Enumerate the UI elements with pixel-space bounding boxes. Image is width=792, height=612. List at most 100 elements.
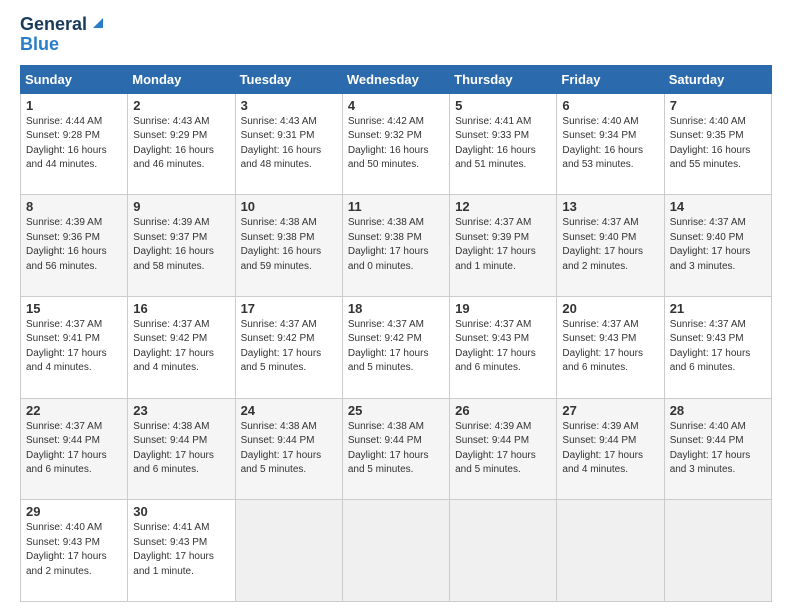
day-info: Sunrise: 4:37 AM Sunset: 9:43 PM Dayligh… (562, 318, 658, 376)
table-row: 24Sunrise: 4:38 AM Sunset: 9:44 PM Dayli… (235, 398, 342, 500)
day-info: Sunrise: 4:39 AM Sunset: 9:37 PM Dayligh… (133, 216, 229, 274)
table-row: 1 Sunrise: 4:44 AM Sunset: 9:28 PM Daylig… (21, 93, 128, 195)
day-number: 26 (455, 403, 551, 418)
calendar-table: SundayMondayTuesdayWednesdayThursdayFrid… (20, 65, 772, 602)
calendar-header-saturday: Saturday (664, 65, 771, 93)
table-row (557, 500, 664, 602)
logo-icon (89, 14, 107, 32)
table-row: 23Sunrise: 4:38 AM Sunset: 9:44 PM Dayli… (128, 398, 235, 500)
table-row: 20 Sunrise: 4:37 AM Sunset: 9:43 PM Dayli… (557, 296, 664, 398)
day-info: Sunrise: 4:40 AM Sunset: 9:34 PM Dayligh… (562, 115, 658, 173)
table-row (664, 500, 771, 602)
day-info: Sunrise: 4:37 AM Sunset: 9:43 PM Dayligh… (455, 318, 551, 376)
day-info: Sunrise: 4:39 AM Sunset: 9:36 PM Dayligh… (26, 216, 122, 274)
calendar-header-friday: Friday (557, 65, 664, 93)
day-number: 8 (26, 199, 122, 214)
table-row: 12 Sunrise: 4:37 AM Sunset: 9:39 PM Dayli… (450, 195, 557, 297)
day-number: 9 (133, 199, 229, 214)
day-info: Sunrise: 4:43 AM Sunset: 9:31 PM Dayligh… (241, 115, 337, 173)
day-number: 11 (348, 199, 444, 214)
table-row: 14 Sunrise: 4:37 AM Sunset: 9:40 PM Dayli… (664, 195, 771, 297)
day-number: 7 (670, 98, 766, 113)
calendar-header-row: SundayMondayTuesdayWednesdayThursdayFrid… (21, 65, 772, 93)
day-info: Sunrise: 4:37 AM Sunset: 9:44 PM Dayligh… (26, 420, 122, 478)
day-number: 14 (670, 199, 766, 214)
calendar-header-monday: Monday (128, 65, 235, 93)
table-row: 30 Sunrise: 4:41 AM Sunset: 9:43 PM Dayli… (128, 500, 235, 602)
table-row: 5 Sunrise: 4:41 AM Sunset: 9:33 PM Daylig… (450, 93, 557, 195)
day-number: 12 (455, 199, 551, 214)
calendar-header-wednesday: Wednesday (342, 65, 449, 93)
header: General Blue (20, 15, 772, 55)
table-row: 13 Sunrise: 4:37 AM Sunset: 9:40 PM Dayli… (557, 195, 664, 297)
day-number: 18 (348, 301, 444, 316)
calendar-week-row: 8 Sunrise: 4:39 AM Sunset: 9:36 PM Daylig… (21, 195, 772, 297)
logo-general: General (20, 15, 87, 35)
day-number: 30 (133, 504, 229, 519)
day-number: 21 (670, 301, 766, 316)
day-number: 27 (562, 403, 658, 418)
logo: General Blue (20, 15, 107, 55)
day-info: Sunrise: 4:38 AM Sunset: 9:38 PM Dayligh… (348, 216, 444, 274)
day-info: Sunrise: 4:43 AM Sunset: 9:29 PM Dayligh… (133, 115, 229, 173)
day-info: Sunrise: 4:40 AM Sunset: 9:43 PM Dayligh… (26, 521, 122, 579)
day-number: 20 (562, 301, 658, 316)
day-info: Sunrise: 4:44 AM Sunset: 9:28 PM Dayligh… (26, 115, 122, 173)
day-number: 17 (241, 301, 337, 316)
day-info: Sunrise: 4:41 AM Sunset: 9:33 PM Dayligh… (455, 115, 551, 173)
day-info: Sunrise: 4:37 AM Sunset: 9:41 PM Dayligh… (26, 318, 122, 376)
calendar-week-row: 22 Sunrise: 4:37 AM Sunset: 9:44 PM Dayli… (21, 398, 772, 500)
day-info: Sunrise: 4:37 AM Sunset: 9:40 PM Dayligh… (562, 216, 658, 274)
table-row: 9 Sunrise: 4:39 AM Sunset: 9:37 PM Daylig… (128, 195, 235, 297)
day-number: 25 (348, 403, 444, 418)
calendar-week-row: 15 Sunrise: 4:37 AM Sunset: 9:41 PM Dayli… (21, 296, 772, 398)
day-number: 19 (455, 301, 551, 316)
calendar-week-row: 1 Sunrise: 4:44 AM Sunset: 9:28 PM Daylig… (21, 93, 772, 195)
day-number: 24 (241, 403, 337, 418)
day-info: Sunrise: 4:38 AM Sunset: 9:44 PM Dayligh… (348, 420, 444, 478)
day-number: 13 (562, 199, 658, 214)
table-row: 4Sunrise: 4:42 AM Sunset: 9:32 PM Daylig… (342, 93, 449, 195)
table-row: 17 Sunrise: 4:37 AM Sunset: 9:42 PM Dayli… (235, 296, 342, 398)
table-row: 15 Sunrise: 4:37 AM Sunset: 9:41 PM Dayli… (21, 296, 128, 398)
table-row: 6 Sunrise: 4:40 AM Sunset: 9:34 PM Daylig… (557, 93, 664, 195)
day-info: Sunrise: 4:38 AM Sunset: 9:44 PM Dayligh… (133, 420, 229, 478)
table-row: 26Sunrise: 4:39 AM Sunset: 9:44 PM Dayli… (450, 398, 557, 500)
day-number: 10 (241, 199, 337, 214)
table-row: 2 Sunrise: 4:43 AM Sunset: 9:29 PM Daylig… (128, 93, 235, 195)
day-info: Sunrise: 4:38 AM Sunset: 9:38 PM Dayligh… (241, 216, 337, 274)
table-row: 27Sunrise: 4:39 AM Sunset: 9:44 PM Dayli… (557, 398, 664, 500)
table-row: 21 Sunrise: 4:37 AM Sunset: 9:43 PM Dayli… (664, 296, 771, 398)
table-row: 11 Sunrise: 4:38 AM Sunset: 9:38 PM Dayli… (342, 195, 449, 297)
table-row: 18Sunrise: 4:37 AM Sunset: 9:42 PM Dayli… (342, 296, 449, 398)
calendar-header-thursday: Thursday (450, 65, 557, 93)
day-number: 2 (133, 98, 229, 113)
day-number: 5 (455, 98, 551, 113)
day-info: Sunrise: 4:37 AM Sunset: 9:42 PM Dayligh… (241, 318, 337, 376)
day-info: Sunrise: 4:37 AM Sunset: 9:39 PM Dayligh… (455, 216, 551, 274)
calendar-week-row: 29 Sunrise: 4:40 AM Sunset: 9:43 PM Dayli… (21, 500, 772, 602)
day-number: 6 (562, 98, 658, 113)
day-number: 15 (26, 301, 122, 316)
table-row: 22 Sunrise: 4:37 AM Sunset: 9:44 PM Dayli… (21, 398, 128, 500)
table-row (342, 500, 449, 602)
day-number: 22 (26, 403, 122, 418)
day-info: Sunrise: 4:37 AM Sunset: 9:43 PM Dayligh… (670, 318, 766, 376)
day-info: Sunrise: 4:40 AM Sunset: 9:44 PM Dayligh… (670, 420, 766, 478)
day-number: 29 (26, 504, 122, 519)
calendar-header-tuesday: Tuesday (235, 65, 342, 93)
day-info: Sunrise: 4:37 AM Sunset: 9:40 PM Dayligh… (670, 216, 766, 274)
table-row: 19 Sunrise: 4:37 AM Sunset: 9:43 PM Dayli… (450, 296, 557, 398)
day-info: Sunrise: 4:37 AM Sunset: 9:42 PM Dayligh… (133, 318, 229, 376)
day-number: 16 (133, 301, 229, 316)
table-row: 25 Sunrise: 4:38 AM Sunset: 9:44 PM Dayli… (342, 398, 449, 500)
day-number: 1 (26, 98, 122, 113)
day-info: Sunrise: 4:41 AM Sunset: 9:43 PM Dayligh… (133, 521, 229, 579)
day-number: 4 (348, 98, 444, 113)
day-info: Sunrise: 4:40 AM Sunset: 9:35 PM Dayligh… (670, 115, 766, 173)
table-row: 10 Sunrise: 4:38 AM Sunset: 9:38 PM Dayli… (235, 195, 342, 297)
table-row: 8 Sunrise: 4:39 AM Sunset: 9:36 PM Daylig… (21, 195, 128, 297)
logo-blue: Blue (20, 35, 59, 55)
table-row: 3Sunrise: 4:43 AM Sunset: 9:31 PM Daylig… (235, 93, 342, 195)
day-number: 28 (670, 403, 766, 418)
